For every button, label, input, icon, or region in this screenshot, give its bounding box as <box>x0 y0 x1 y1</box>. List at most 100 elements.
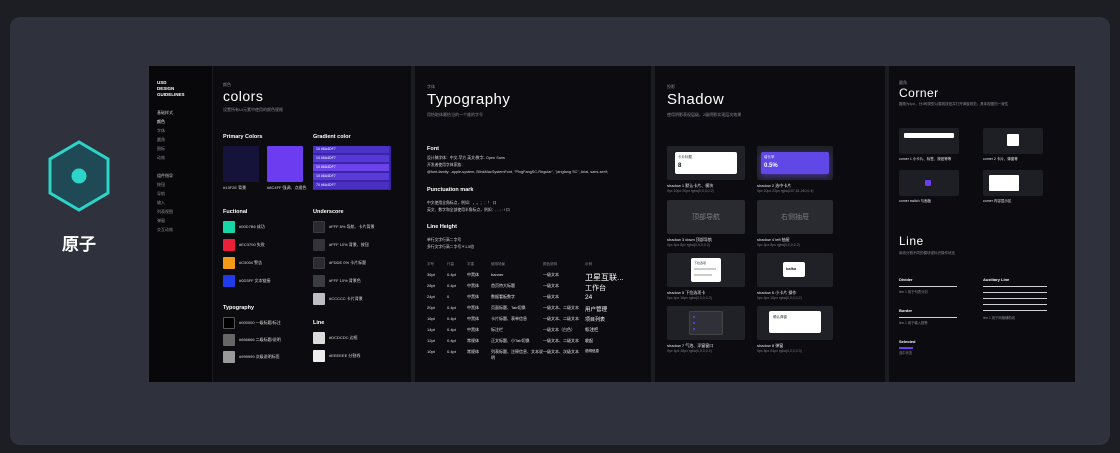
dropdown-line <box>694 274 712 276</box>
functional-row-success[interactable]: #00D7B6 成功 <box>223 221 265 233</box>
swatch-warning <box>223 257 235 269</box>
primary-swatch-bg[interactable] <box>223 146 259 182</box>
type-table-cell: 说明信息 <box>585 349 599 353</box>
divider-line <box>899 286 957 287</box>
corner-card-4[interactable] <box>983 170 1043 196</box>
gradient-color-label: Gradient color <box>313 134 351 140</box>
corner-title: Corner <box>899 86 939 100</box>
line-color-row[interactable]: #EEEEEE 分割线 <box>313 350 360 362</box>
shadow-card-1[interactable]: 卡片标题 8 <box>667 146 745 180</box>
typography-color-row[interactable]: #000000 一级标题/标注 <box>223 317 281 329</box>
typography-color-row[interactable]: #999999 次级说明标签 <box>223 351 280 363</box>
corner-card-1[interactable] <box>899 128 959 154</box>
type-table-cell: 一级文本、二级文本 <box>543 338 579 343</box>
sidebar-item-font[interactable]: 字体 <box>157 128 204 134</box>
type-table-row: 20pt 0.4pt 中黑体 页面标题、Tab切换 一级文本、二级文本 用户管理 <box>427 305 627 313</box>
gradient-row-1: 10 #6A4DF7 <box>313 146 389 153</box>
primary-swatch-accent[interactable] <box>267 146 303 182</box>
swatch-type-2 <box>223 334 235 346</box>
shadow-spec-7: 0px 4px 16px rgba(0,0,0,0.2) <box>667 349 712 353</box>
gradient-row-2: 10 #6A4DF7 <box>313 155 389 162</box>
swatch-underscore-5 <box>313 293 325 305</box>
shadow-spec-5: 0px 4px 16px rgba(0,0,0,0.2) <box>667 296 712 300</box>
sidebar-item-interaction[interactable]: 交互动效 <box>157 227 204 233</box>
shadow-card-6[interactable]: kafka <box>757 253 833 287</box>
sidebar-item-color[interactable]: 颜色 <box>157 119 204 125</box>
punct-line-2: 英文、数字和全部使用半角标点，例如：, . ; : ! 口 <box>427 208 510 212</box>
type-table-row: 24pt 0 中黑体 数据看板数字 一级文本 24 <box>427 294 627 301</box>
underscore-row[interactable]: #FDDE 0% 卡片标题 <box>313 257 366 269</box>
corner-card-3[interactable] <box>899 170 959 196</box>
shadow-card-2[interactable]: 增长率 0.5% <box>757 146 833 180</box>
type-table-header-cell: 字重 <box>467 262 474 266</box>
dropdown-line <box>694 268 716 270</box>
shadow-title: Shadow <box>667 91 725 108</box>
functional-row-fail[interactable]: #EC3700 失败 <box>223 239 265 251</box>
typography-color-row[interactable]: #666666 二级标题/说明 <box>223 334 281 346</box>
shadow-panel[interactable]: 投影 Shadow 使用阴影表现层级，2级阴影实现层次效果 卡片标题 8 增长率… <box>655 66 889 382</box>
shadow-spec-2: 0px 10px 20px rgba(107,61,240,0.4) <box>757 189 814 193</box>
sidebar-item-listview[interactable]: 列表视图 <box>157 209 204 215</box>
shadow-spec-4: 0px 4px 8px rgba(0,0,0,0.2) <box>757 243 800 247</box>
sidebar-item-icon[interactable]: 图标 <box>157 146 204 152</box>
line-colors-label: Line <box>313 320 325 326</box>
corner-card-2[interactable] <box>983 128 1043 154</box>
corner-line-panel[interactable]: 圆角 Corner 圆角为4px，分4种类型以展现按钮并打开弹窗规范，具体视图的… <box>889 66 1075 382</box>
shadow-card-4[interactable]: 右侧抽屉 <box>757 200 833 234</box>
aux-line <box>983 286 1047 287</box>
auxiliary-label: Auxiliary Line <box>983 277 1010 282</box>
colors-title: colors <box>223 88 264 104</box>
type-table-cell: 12pt <box>427 338 435 343</box>
typography-panel[interactable]: 字体 Typography 用恰取体最恰当的一个维的字号 Font 设计稿字体：… <box>415 66 655 382</box>
colors-desc: 设置所有UI元素中使用的颜色规格 <box>223 107 283 112</box>
bubble-dot <box>693 328 695 330</box>
shadow-card-7[interactable] <box>667 306 745 340</box>
card-title-text: 增长率 <box>764 155 775 159</box>
sidebar-item-button[interactable]: 按钮 <box>157 182 204 188</box>
shadow-desc: 使用阴影表现层级，2级阴影实现层次效果 <box>667 112 742 117</box>
type-table-cell: 20pt <box>427 305 435 310</box>
sidebar-item-input[interactable]: 输入 <box>157 200 204 206</box>
swatch-link <box>223 275 235 287</box>
line-color-row[interactable]: #DCDCDC 边框 <box>313 332 358 344</box>
swatch-underscore-4 <box>313 275 325 287</box>
sidebar-item-dialog[interactable]: 弹窗 <box>157 218 204 224</box>
shadow-card-8[interactable]: 确认弹窗 <box>757 306 833 340</box>
shadow-card-5[interactable]: 下拉选项 <box>667 253 745 287</box>
divider-note: line 1 用于列表分割 <box>899 290 928 294</box>
functional-row-link[interactable]: #0D3FF 文本链接 <box>223 275 271 287</box>
underscore-row[interactable]: #FFF 10% 背景、按钮 <box>313 239 369 251</box>
swatch-type-1 <box>223 317 235 329</box>
top-nav-text: 顶部导航 <box>692 214 720 221</box>
design-board[interactable]: USD DESIGN GUIDELINES 基础样式 颜色 字体 圆角 图标 动… <box>149 66 1075 382</box>
atom-block[interactable]: 原子 <box>44 138 114 255</box>
sidebar-item-nav[interactable]: 导航 <box>157 191 204 197</box>
colors-content: 颜色 colors 设置所有UI元素中使用的颜色规格 Primary Color… <box>213 66 411 382</box>
sidebar-section-components: 组件指导 <box>157 172 173 178</box>
primary-colors-label: Primary Colors <box>223 134 263 140</box>
colors-panel[interactable]: USD DESIGN GUIDELINES 基础样式 颜色 字体 圆角 图标 动… <box>149 66 415 382</box>
corner-sample-area <box>989 175 1019 191</box>
type-table-cell: 页面标题、Tab切换 <box>491 305 526 310</box>
type-table-cell: 一级文本 <box>543 294 559 299</box>
underscore-row[interactable]: #CCCCC 卡片背景 <box>313 293 363 305</box>
type-table-row: 10pt 0.4pt 常规体 列表标题、注释信息、文本说明 一级文本、次级文本 说明信息 <box>427 349 627 361</box>
line-color-name: #EEEEEE 分割线 <box>329 353 361 359</box>
bubble-dot <box>693 316 695 318</box>
type-table-header: 字号 行高 字重 使用场景 颜色说明 示例 <box>427 262 627 267</box>
shadow-card-3[interactable]: 顶部导航 <box>667 200 745 234</box>
functional-row-warn[interactable]: #C9004 警告 <box>223 257 262 269</box>
type-table-cell: 一级文本 <box>543 272 559 277</box>
corner-caption-3: corner switch 与面板 <box>899 199 932 203</box>
sidebar-title-3: GUIDELINES <box>157 91 185 97</box>
type-table-row: 16pt 0.4pt 中黑体 卡片标题、表单信息 一级文本、二级文本 项目列表 <box>427 316 627 323</box>
sidebar-item-motion[interactable]: 动效 <box>157 155 204 161</box>
swatch-fail <box>223 239 235 251</box>
underscore-row[interactable]: #FFF 10% 背景色 <box>313 275 361 287</box>
underscore-row[interactable]: #FFF 8% 导航、卡片背景 <box>313 221 375 233</box>
border-note: line 1 用于输入框等 <box>899 321 928 325</box>
type-table-cell: 标注栏 <box>491 327 503 332</box>
sidebar-item-corner[interactable]: 圆角 <box>157 137 204 143</box>
sidebar-section-basic: 基础样式 <box>157 109 173 115</box>
type-table-cell: 中黑体 <box>467 305 479 310</box>
